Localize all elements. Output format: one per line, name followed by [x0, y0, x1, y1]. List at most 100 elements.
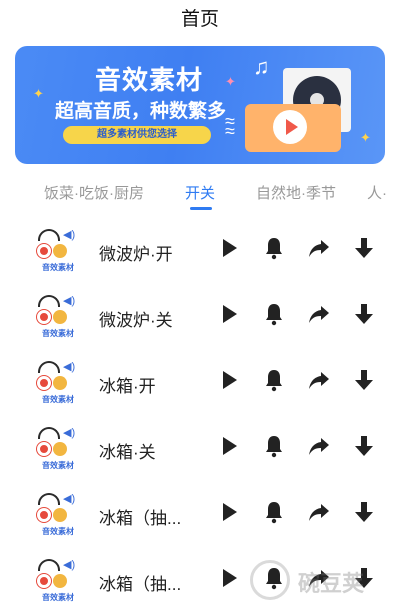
headphones-icon: [38, 295, 60, 307]
play-button[interactable]: [213, 300, 245, 332]
tab-people[interactable]: 人·: [367, 182, 387, 203]
bell-icon: [262, 434, 286, 463]
download-icon: [352, 500, 376, 529]
record-dot-icon: [53, 244, 67, 258]
download-icon: [352, 434, 376, 463]
play-icon: [217, 368, 241, 397]
play-icon: [217, 236, 241, 265]
record-dot-icon: [37, 574, 51, 588]
record-dot-icon: [53, 310, 67, 324]
active-tab-indicator: [190, 207, 212, 210]
speaker-icon: ◀): [63, 361, 76, 373]
play-icon: [217, 302, 241, 331]
headphones-icon: [38, 559, 60, 571]
record-dot-icon: [53, 442, 67, 456]
share-arrow-icon: [307, 434, 331, 463]
tab-nature[interactable]: 自然地·季节: [256, 182, 336, 203]
banner-subtitle: 超高音质，种数繁多: [55, 101, 227, 122]
play-button[interactable]: [213, 432, 245, 464]
speaker-icon: ◀): [63, 493, 76, 505]
sparkle-icon: ✦: [33, 86, 44, 101]
set-ringtone-button[interactable]: [258, 300, 290, 332]
banner-title: 音效素材: [95, 65, 204, 95]
category-tabs: 饭菜·吃饭·厨房 开关 自然地·季节 人·: [0, 174, 400, 214]
sound-row[interactable]: ◀) 音效素材 冰箱·开: [0, 352, 400, 418]
share-arrow-icon: [307, 500, 331, 529]
download-button[interactable]: [348, 234, 380, 266]
banner-pill: 超多素材供您选择: [63, 126, 211, 144]
watermark-logo-icon: [250, 560, 290, 600]
record-dot-icon: [53, 508, 67, 522]
thumbnail-label: 音效素材: [42, 329, 74, 338]
share-button[interactable]: [303, 366, 335, 398]
play-button[interactable]: [213, 366, 245, 398]
music-note-icon: ♫: [253, 54, 270, 79]
tab-switch[interactable]: 开关: [185, 182, 215, 203]
record-dot-icon: [37, 442, 51, 456]
play-button[interactable]: [213, 564, 245, 596]
headphones-icon: [38, 229, 60, 241]
download-icon: [352, 236, 376, 265]
sound-row[interactable]: ◀) 音效素材 微波炉·开: [0, 220, 400, 286]
headphones-icon: [38, 427, 60, 439]
speaker-icon: ◀): [63, 229, 76, 241]
headphones-icon: [38, 493, 60, 505]
thumbnail-label: 音效素材: [42, 263, 74, 272]
share-button[interactable]: [303, 234, 335, 266]
bell-icon: [262, 368, 286, 397]
promo-banner[interactable]: ✦ ✦ ✦ 音效素材 超高音质，种数繁多 超多素材供您选择 ♫ ≈ ≈: [15, 46, 385, 164]
share-arrow-icon: [307, 368, 331, 397]
sound-thumbnail: ◀) 音效素材: [33, 424, 83, 474]
set-ringtone-button[interactable]: [258, 366, 290, 398]
record-dot-icon: [53, 574, 67, 588]
download-button[interactable]: [348, 498, 380, 530]
record-dot-icon: [37, 244, 51, 258]
sound-wave-icon: ≈ ≈: [225, 111, 235, 141]
download-button[interactable]: [348, 300, 380, 332]
watermark: 碗豆荚: [250, 560, 390, 600]
bell-icon: [262, 236, 286, 265]
download-button[interactable]: [348, 366, 380, 398]
set-ringtone-button[interactable]: [258, 432, 290, 464]
sparkle-icon: ✦: [225, 74, 236, 89]
thumbnail-label: 音效素材: [42, 395, 74, 404]
bell-icon: [262, 302, 286, 331]
thumbnail-label: 音效素材: [42, 527, 74, 536]
record-dot-icon: [53, 376, 67, 390]
share-button[interactable]: [303, 432, 335, 464]
play-button[interactable]: [213, 498, 245, 530]
bell-icon: [262, 500, 286, 529]
sound-thumbnail: ◀) 音效素材: [33, 490, 83, 540]
tab-food[interactable]: 饭菜·吃饭·厨房: [44, 182, 144, 203]
sound-row[interactable]: ◀) 音效素材 冰箱·关: [0, 418, 400, 484]
headphones-icon: [38, 361, 60, 373]
sound-name: 冰箱·开: [99, 377, 156, 396]
sound-row[interactable]: ◀) 音效素材 微波炉·关: [0, 286, 400, 352]
play-icon: [217, 500, 241, 529]
page-title: 首页: [180, 9, 219, 30]
sound-name: 冰箱（抽...: [99, 575, 182, 594]
record-dot-icon: [37, 376, 51, 390]
sound-name: 冰箱·关: [99, 443, 156, 462]
sound-thumbnail: ◀) 音效素材: [33, 226, 83, 276]
share-button[interactable]: [303, 300, 335, 332]
download-button[interactable]: [348, 432, 380, 464]
play-icon: [217, 434, 241, 463]
record-dot-icon: [37, 310, 51, 324]
set-ringtone-button[interactable]: [258, 234, 290, 266]
share-button[interactable]: [303, 498, 335, 530]
play-button[interactable]: [213, 234, 245, 266]
sound-name: 冰箱（抽...: [99, 509, 182, 528]
speaker-icon: ◀): [63, 295, 76, 307]
share-arrow-icon: [307, 302, 331, 331]
set-ringtone-button[interactable]: [258, 498, 290, 530]
sparkle-icon: ✦: [360, 130, 371, 145]
speaker-icon: ◀): [63, 559, 76, 571]
sound-thumbnail: ◀) 音效素材: [33, 556, 83, 606]
sound-row[interactable]: ◀) 音效素材 冰箱（抽...: [0, 484, 400, 550]
record-dot-icon: [37, 508, 51, 522]
play-icon: [217, 566, 241, 595]
sound-thumbnail: ◀) 音效素材: [33, 292, 83, 342]
watermark-text: 碗豆荚: [298, 571, 365, 596]
thumbnail-label: 音效素材: [42, 593, 74, 602]
